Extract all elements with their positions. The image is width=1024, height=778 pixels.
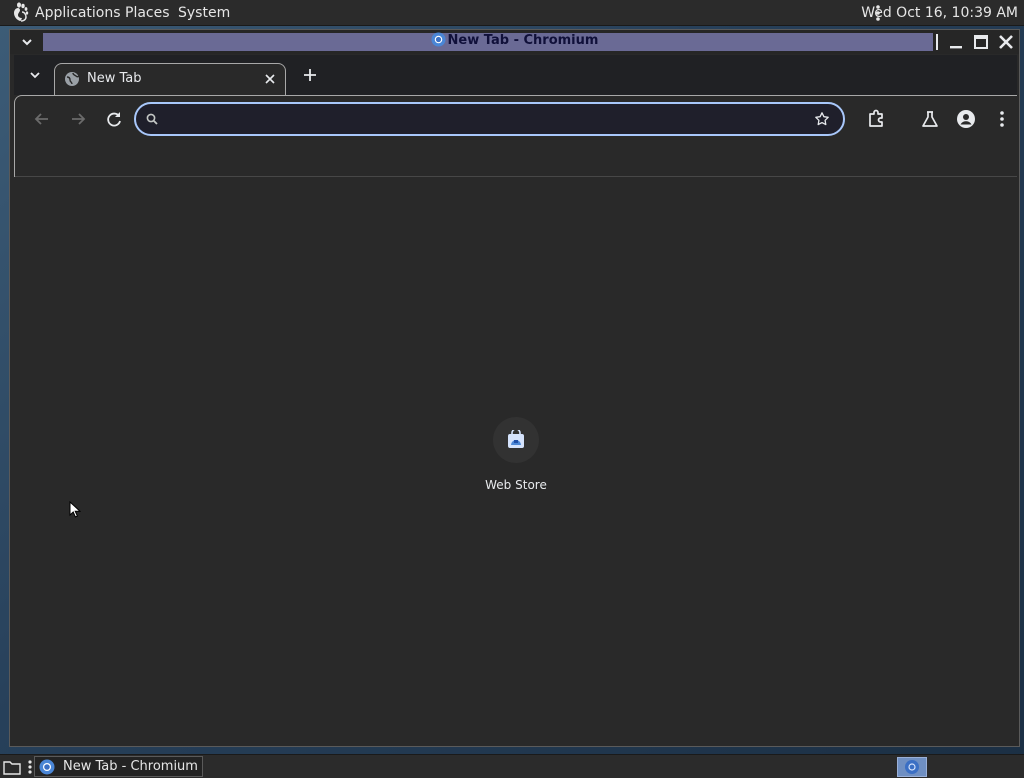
panel-handle-icon	[28, 760, 32, 774]
profile-avatar-icon[interactable]	[953, 106, 979, 132]
window-title-text: New Tab - Chromium	[447, 33, 599, 48]
panel-clock[interactable]: Wed Oct 16, 10:39 AM	[861, 5, 1018, 21]
window-titlebar[interactable]: New Tab - Chromium	[10, 30, 1019, 54]
maximize-icon[interactable]	[973, 34, 989, 50]
applications-menu[interactable]: Applications	[35, 5, 121, 21]
taskbar-item-chromium[interactable]: New Tab - Chromium	[34, 756, 203, 777]
chromium-icon	[431, 32, 446, 47]
chromium-icon	[905, 760, 919, 774]
extensions-puzzle-icon[interactable]	[863, 106, 889, 132]
kebab-menu-icon[interactable]	[989, 106, 1015, 132]
top-panel: Applications Places System Wed Oct 16, 1…	[0, 0, 1024, 26]
tab-search-chevron-icon[interactable]	[24, 64, 46, 86]
forward-arrow-icon[interactable]	[65, 106, 91, 132]
chromium-icon	[39, 759, 55, 775]
web-store-icon	[508, 430, 524, 448]
search-icon	[146, 113, 158, 125]
tab-strip: New Tab	[14, 55, 1017, 95]
globe-icon	[65, 72, 80, 86]
titlebar-separator	[936, 34, 938, 50]
window-title: New Tab - Chromium	[10, 32, 1019, 50]
workspace-2[interactable]	[930, 757, 1020, 777]
bookmark-star-icon[interactable]	[814, 111, 830, 127]
taskbar-item-label: New Tab - Chromium	[63, 759, 198, 774]
browser-window: New Tab - Chromium New Tab Web Store	[9, 29, 1020, 747]
show-desktop-icon[interactable]	[2, 758, 22, 776]
shortcut-tile[interactable]	[493, 417, 539, 463]
omnibox[interactable]	[134, 102, 845, 136]
mouse-pointer-icon	[69, 501, 81, 518]
shortcut-web-store[interactable]: Web Store	[466, 415, 566, 499]
labs-flask-icon[interactable]	[917, 106, 943, 132]
tab-title: New Tab	[87, 71, 142, 86]
minimize-icon[interactable]	[948, 34, 964, 50]
tab-new-tab[interactable]: New Tab	[54, 63, 286, 95]
shortcut-label: Web Store	[485, 478, 547, 492]
new-tab-page: Web Store	[14, 177, 1017, 742]
back-arrow-icon[interactable]	[29, 106, 55, 132]
bottom-panel: New Tab - Chromium	[0, 754, 1024, 778]
reload-icon[interactable]	[101, 106, 127, 132]
system-menu[interactable]: System	[178, 5, 230, 21]
browser-toolbar	[14, 95, 1017, 177]
address-bar-input[interactable]	[172, 108, 796, 132]
workspace-1[interactable]	[897, 757, 927, 777]
close-icon[interactable]	[263, 72, 277, 86]
close-window-icon[interactable]	[998, 34, 1014, 50]
gnome-foot-icon[interactable]	[9, 1, 31, 23]
places-menu[interactable]: Places	[125, 5, 170, 21]
new-tab-plus-icon[interactable]	[299, 64, 321, 86]
